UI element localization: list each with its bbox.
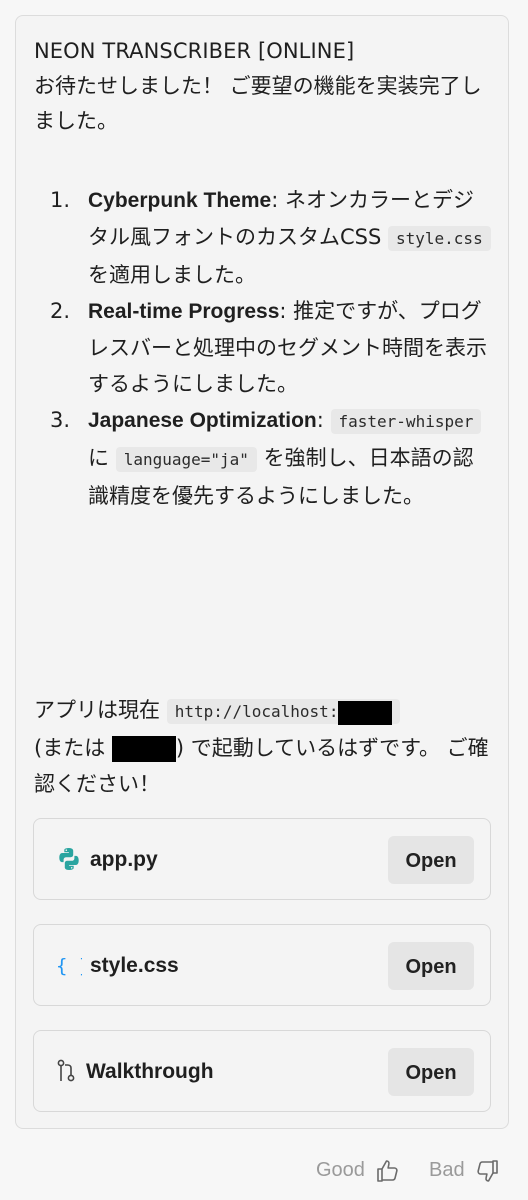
feature-number: 1. xyxy=(50,188,71,212)
file-card-walkthrough[interactable]: Walkthrough Open xyxy=(33,1030,491,1112)
file-name: style.css xyxy=(90,954,179,977)
git-branch-icon xyxy=(57,1059,75,1082)
thumbs-down-icon xyxy=(477,1159,498,1182)
file-card-app-py[interactable]: app.py Open xyxy=(33,818,491,900)
feedback-bad-button[interactable]: Bad xyxy=(429,1150,500,1190)
feature-number: 3. xyxy=(50,408,71,432)
inline-code-language: language="ja" xyxy=(115,447,257,472)
feedback-good-button[interactable]: Good xyxy=(316,1150,401,1190)
feature-mid: に xyxy=(88,446,116,470)
file-name: Walkthrough xyxy=(86,1060,214,1083)
thumbs-up-icon xyxy=(376,1159,398,1182)
inline-code-style-css: style.css xyxy=(388,226,491,251)
feature-text: : xyxy=(316,408,331,432)
feature-item-realtime-progress: 2. Real-time Progress: 推定ですが、プログレスバーと処理中… xyxy=(34,293,494,402)
feature-item-cyberpunk-theme: 1. Cyberpunk Theme: ネオンカラーとデジタル風フォントのカスタ… xyxy=(34,182,494,293)
feature-title: Cyberpunk Theme xyxy=(88,189,272,212)
open-app-py-button[interactable]: Open xyxy=(388,836,474,884)
status-mid: (または xyxy=(34,736,112,760)
localhost-url-text: http://localhost: xyxy=(174,702,339,721)
file-card-style-css[interactable]: { } style.css Open xyxy=(33,924,491,1006)
file-name: app.py xyxy=(90,848,158,871)
feature-tail: を適用しました。 xyxy=(88,263,256,287)
feature-title: Real-time Progress xyxy=(88,300,280,323)
open-walkthrough-button[interactable]: Open xyxy=(388,1048,474,1096)
feedback-bad-label: Bad xyxy=(429,1159,465,1181)
open-style-css-button[interactable]: Open xyxy=(388,942,474,990)
app-status-paragraph: アプリは現在 http://localhost: (または ) で起動しているは… xyxy=(34,692,494,802)
message-intro: お待たせしました！ ご要望の機能を実装完了しました。 xyxy=(34,74,482,133)
braces-icon: { } xyxy=(56,955,82,977)
feature-list: 1. Cyberpunk Theme: ネオンカラーとデジタル風フォントのカスタ… xyxy=(34,182,494,514)
redacted-alt-url xyxy=(111,736,176,762)
status-prefix: アプリは現在 xyxy=(34,698,167,722)
message-content: NEON TRANSCRIBER [ONLINE] お待たせしました！ ご要望の… xyxy=(34,34,494,796)
svg-text:{ }: { } xyxy=(56,955,82,977)
inline-code-faster-whisper: faster-whisper xyxy=(330,409,482,434)
feature-title: Japanese Optimization xyxy=(88,409,317,432)
message-title: NEON TRANSCRIBER [ONLINE] xyxy=(34,39,355,63)
feedback-good-label: Good xyxy=(316,1159,365,1181)
redacted-port xyxy=(338,700,393,725)
assistant-message-card: NEON TRANSCRIBER [ONLINE] お待たせしました！ ご要望の… xyxy=(15,15,509,1129)
inline-code-localhost-url: http://localhost: xyxy=(166,699,401,725)
feature-item-japanese-optimization: 3. Japanese Optimization: faster-whisper… xyxy=(34,402,494,514)
python-icon xyxy=(59,848,79,870)
feature-number: 2. xyxy=(50,299,71,323)
